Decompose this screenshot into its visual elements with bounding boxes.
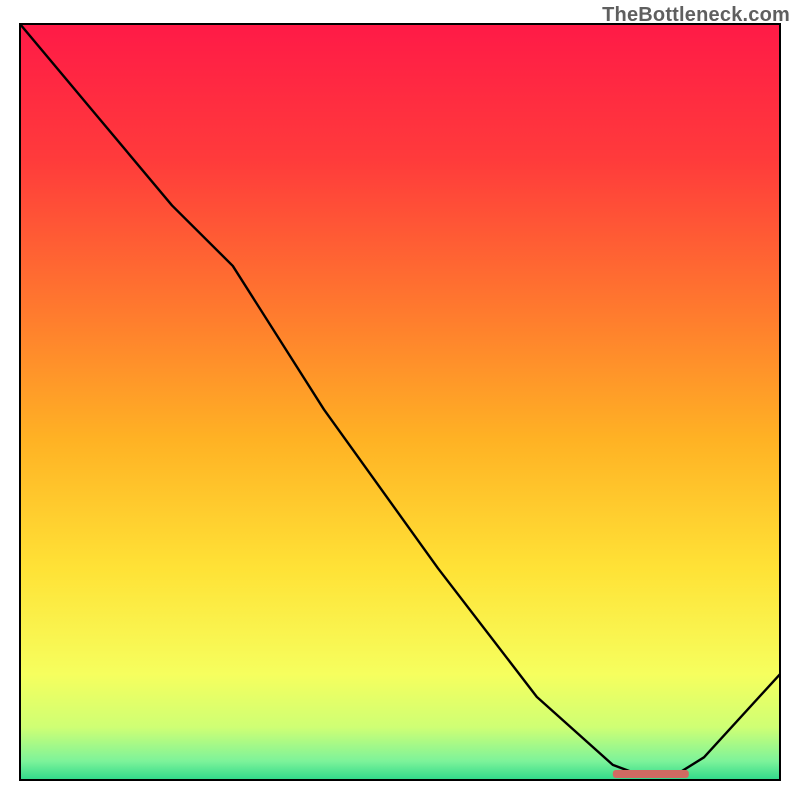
chart-container: TheBottleneck.com (0, 0, 800, 800)
bottleneck-chart (0, 0, 800, 800)
chart-background (20, 24, 780, 780)
chart-marker (613, 770, 689, 778)
